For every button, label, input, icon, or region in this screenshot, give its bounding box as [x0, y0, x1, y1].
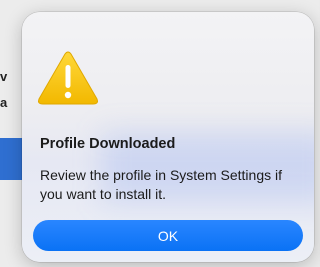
alert-message: Review the profile in System Settings if… [40, 167, 282, 202]
ok-button[interactable]: OK [33, 220, 303, 251]
alert-title: Profile Downloaded [40, 136, 176, 152]
profile-downloaded-alert: Profile Downloaded Review the profile in… [22, 12, 314, 262]
background-text-fragment: a [0, 95, 8, 110]
warning-triangle-icon [38, 51, 98, 105]
background-text-fragment: v [0, 69, 8, 84]
